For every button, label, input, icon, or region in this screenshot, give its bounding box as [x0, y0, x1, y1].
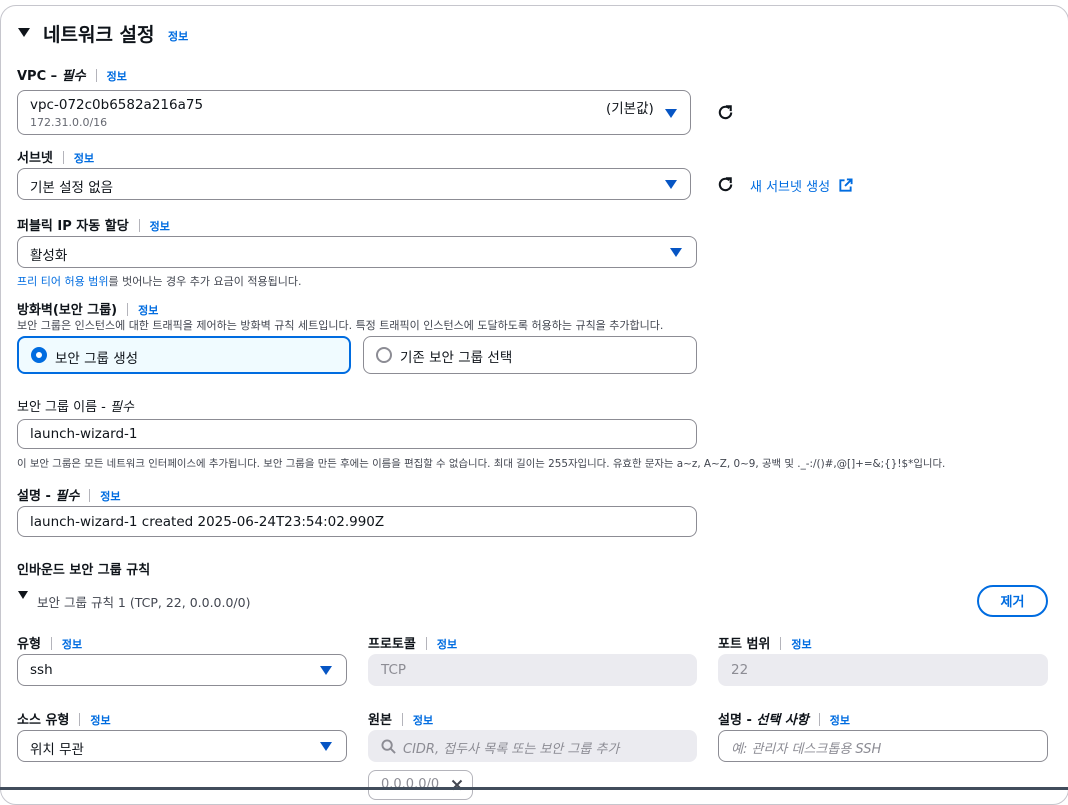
public-ip-help: 프리 티어 허용 범위를 벗어나는 경우 추가 요금이 적용됩니다. [17, 275, 302, 288]
vpc-default-tag: (기본값) [606, 101, 654, 117]
chevron-down-icon [320, 742, 332, 751]
source-type-select[interactable]: 위치 무관 [17, 730, 347, 762]
section-info-link[interactable]: 정보 [168, 28, 188, 44]
description-input[interactable]: launch-wizard-1 created 2025-06-24T23:54… [17, 506, 697, 537]
public-ip-label: 퍼블릭 IP 자동 할당 정보 [17, 219, 170, 234]
sg-name-input[interactable]: launch-wizard-1 [17, 419, 697, 449]
rule-description-label: 설명 - 선택 사항 정보 [718, 713, 850, 728]
source-type-value: 위치 무관 [30, 742, 84, 758]
sg-name-help: 이 보안 그룹은 모든 네트워크 인터페이스에 추가됩니다. 보안 그룹을 만든… [17, 458, 946, 470]
chevron-down-icon [670, 248, 682, 257]
new-subnet-link[interactable]: 새 서브넷 생성 [750, 176, 853, 195]
chevron-down-icon [320, 666, 332, 675]
vpc-cidr: 172.31.0.0/16 [30, 116, 108, 129]
subnet-select[interactable]: 기본 설정 없음 [17, 168, 691, 200]
remove-rule-button[interactable]: 제거 [977, 585, 1048, 617]
vpc-info-link[interactable]: 정보 [107, 70, 127, 83]
radio-unselected [376, 347, 392, 363]
rule-type-info-link[interactable]: 정보 [62, 638, 82, 651]
protocol-info-link[interactable]: 정보 [437, 638, 457, 651]
refresh-icon[interactable] [716, 175, 735, 194]
source-token: 0.0.0.0/0 [368, 770, 473, 800]
port-range-info-link[interactable]: 정보 [791, 638, 811, 651]
source-type-label: 소스 유형 정보 [17, 713, 111, 728]
rule-description-info-link[interactable]: 정보 [830, 714, 850, 727]
vpc-label: VPC – 필수 정보 [17, 69, 127, 84]
existing-security-group-label: 기존 보안 그룹 선택 [400, 350, 513, 366]
chevron-down-icon [665, 180, 677, 189]
source-info-link[interactable]: 정보 [413, 714, 433, 727]
radio-selected [31, 347, 47, 363]
subnet-value: 기본 설정 없음 [30, 180, 114, 196]
create-security-group-option[interactable]: 보안 그룹 생성 [17, 336, 351, 374]
firewall-label: 방화벽(보안 그룹) 정보 [17, 303, 159, 318]
source-label: 원본 정보 [368, 713, 434, 728]
public-ip-value: 활성화 [30, 248, 68, 264]
rule-type-value: ssh [30, 662, 53, 678]
free-tier-link[interactable]: 프리 티어 허용 범위 [17, 275, 108, 288]
firewall-description: 보안 그룹은 인스턴스에 대한 트래픽을 제어하는 방화벽 규칙 세트입니다. … [17, 319, 664, 332]
protocol-input: TCP [368, 654, 697, 686]
rule-description-input[interactable]: 예: 관리자 데스크톱용 SSH [718, 730, 1048, 762]
vpc-select[interactable]: vpc-072c0b6582a216a75 (기본값) 172.31.0.0/1… [17, 90, 691, 135]
protocol-label: 프로토콜 정보 [368, 637, 458, 652]
public-ip-info-link[interactable]: 정보 [150, 220, 170, 233]
rule-title[interactable]: 보안 그룹 규칙 1 (TCP, 22, 0.0.0.0/0) [37, 592, 250, 611]
description-value: launch-wizard-1 created 2025-06-24T23:54… [30, 514, 385, 530]
refresh-icon[interactable] [716, 103, 735, 122]
subnet-label: 서브넷 정보 [17, 151, 95, 166]
rule-type-label: 유형 정보 [17, 637, 83, 652]
source-placeholder: CIDR, 접두사 목록 또는 보안 그룹 추가 [403, 742, 620, 757]
rule-description-placeholder: 예: 관리자 데스크톱용 SSH [731, 742, 882, 757]
port-range-label: 포트 범위 정보 [718, 637, 812, 652]
port-range-value: 22 [731, 662, 749, 678]
sg-name-value: launch-wizard-1 [30, 426, 138, 442]
existing-security-group-option[interactable]: 기존 보안 그룹 선택 [363, 336, 697, 374]
collapse-caret-icon[interactable] [18, 28, 30, 37]
chevron-down-icon [665, 109, 677, 118]
rule-type-select[interactable]: ssh [17, 654, 347, 686]
firewall-info-link[interactable]: 정보 [138, 304, 158, 317]
create-security-group-label: 보안 그룹 생성 [55, 351, 139, 367]
description-info-link[interactable]: 정보 [100, 490, 120, 503]
rule-expand-caret-icon[interactable] [18, 591, 28, 599]
source-input[interactable]: CIDR, 접두사 목록 또는 보안 그룹 추가 [368, 730, 697, 762]
section-title: 네트워크 설정 [43, 24, 155, 46]
subnet-info-link[interactable]: 정보 [74, 152, 94, 165]
description-label: 설명 - 필수 정보 [17, 489, 121, 504]
external-link-icon [839, 178, 853, 192]
inbound-rules-title: 인바운드 보안 그룹 규칙 [17, 563, 151, 578]
protocol-value: TCP [381, 662, 407, 678]
search-icon [381, 739, 396, 754]
port-range-input: 22 [718, 654, 1048, 686]
vpc-value: vpc-072c0b6582a216a75 [30, 97, 204, 113]
sg-name-label: 보안 그룹 이름 - 필수 [17, 400, 134, 415]
source-type-info-link[interactable]: 정보 [90, 714, 110, 727]
public-ip-select[interactable]: 활성화 [17, 236, 697, 268]
